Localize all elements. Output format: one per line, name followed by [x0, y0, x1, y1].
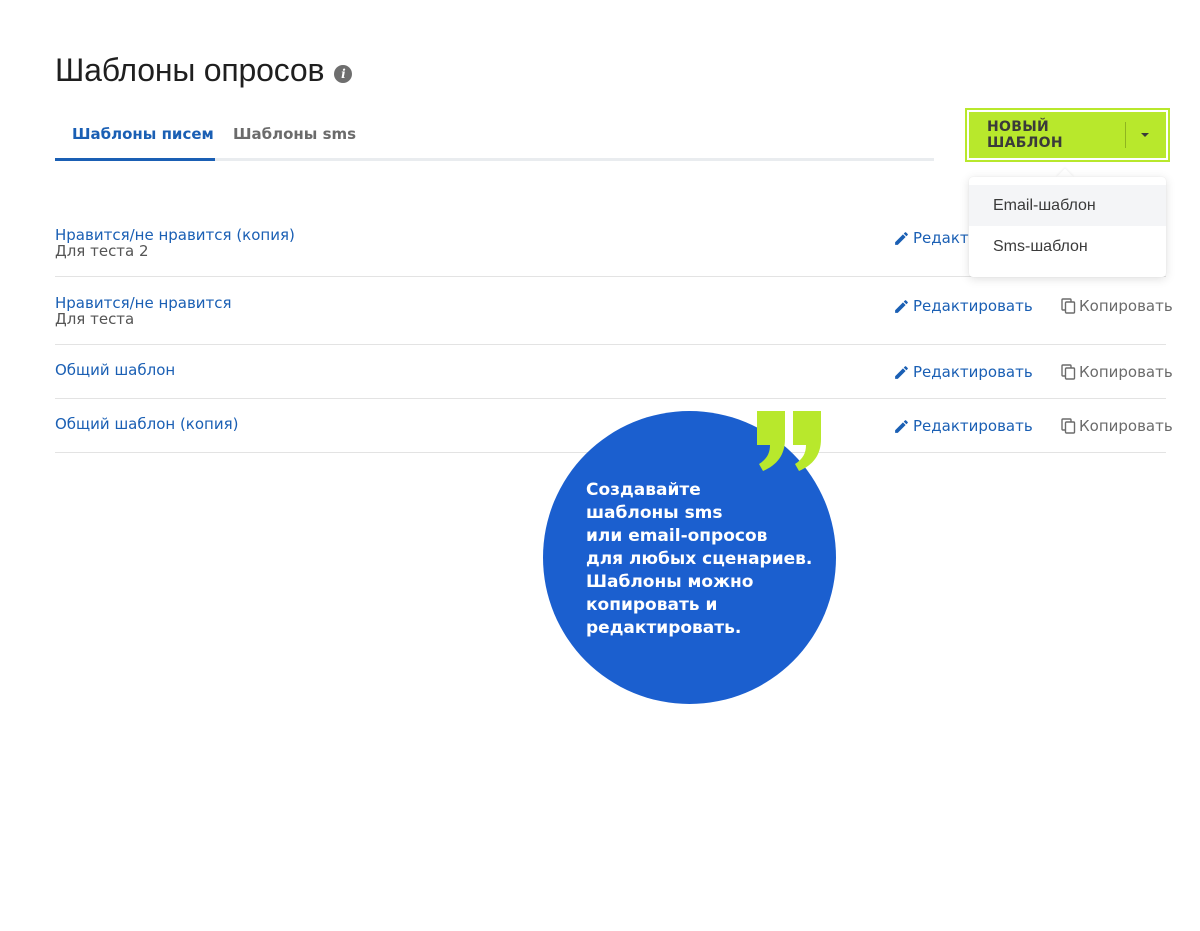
info-icon[interactable]: i [334, 64, 353, 83]
copy-icon [1061, 418, 1076, 434]
copy-icon [1061, 364, 1076, 380]
callout-text: Создавайте шаблоны sms или email-опросов… [586, 480, 813, 638]
copy-icon [1061, 298, 1076, 314]
template-subtitle: Для теста 2 [55, 242, 149, 260]
button-separator [1125, 122, 1126, 148]
new-template-button-focus-ring: НОВЫЙ ШАБЛОН [965, 108, 1170, 162]
pencil-icon [893, 418, 910, 435]
copy-label: Копировать [1079, 363, 1173, 381]
page-title: Шаблоны опросов i [55, 52, 353, 89]
new-template-button[interactable]: НОВЫЙ ШАБЛОН [969, 112, 1166, 158]
template-subtitle: Для теста [55, 310, 135, 328]
edit-label: Редактировать [913, 297, 1033, 315]
copy-button[interactable]: Копировать [1061, 363, 1173, 381]
copy-button[interactable]: Копировать [1061, 297, 1173, 315]
dropdown-item-email[interactable]: Email-шаблон [969, 185, 1166, 226]
new-template-button-label: НОВЫЙ ШАБЛОН [987, 119, 1063, 151]
template-title-link[interactable]: Общий шаблон (копия) [55, 415, 238, 433]
edit-label: Редактировать [913, 417, 1033, 435]
quote-icon [755, 409, 823, 477]
list-item: Нравится/не нравится Для теста Редактиро… [55, 277, 1173, 345]
page-title-text: Шаблоны опросов [55, 52, 325, 88]
pencil-icon [893, 364, 910, 381]
edit-label: Редактировать [913, 363, 1033, 381]
tab-bar: Шаблоны писем Шаблоны sms [55, 110, 934, 161]
pencil-icon [893, 298, 910, 315]
edit-button[interactable]: Редактировать [893, 417, 1033, 435]
list-item: Общий шаблон Редактировать Копировать [55, 345, 1173, 399]
pencil-icon [893, 230, 910, 247]
new-template-dropdown: Email-шаблон Sms-шаблон [969, 177, 1166, 277]
edit-button[interactable]: Редактировать [893, 363, 1033, 381]
chevron-down-icon[interactable] [1141, 133, 1149, 137]
tab-sms-templates[interactable]: Шаблоны sms [233, 125, 356, 143]
edit-button[interactable]: Редактировать [893, 297, 1033, 315]
copy-label: Копировать [1079, 297, 1173, 315]
template-title-link[interactable]: Общий шаблон [55, 361, 175, 379]
copy-button[interactable]: Копировать [1061, 417, 1173, 435]
copy-label: Копировать [1079, 417, 1173, 435]
active-tab-indicator [55, 158, 215, 161]
dropdown-item-sms[interactable]: Sms-шаблон [969, 226, 1166, 267]
tab-email-templates[interactable]: Шаблоны писем [72, 125, 214, 143]
